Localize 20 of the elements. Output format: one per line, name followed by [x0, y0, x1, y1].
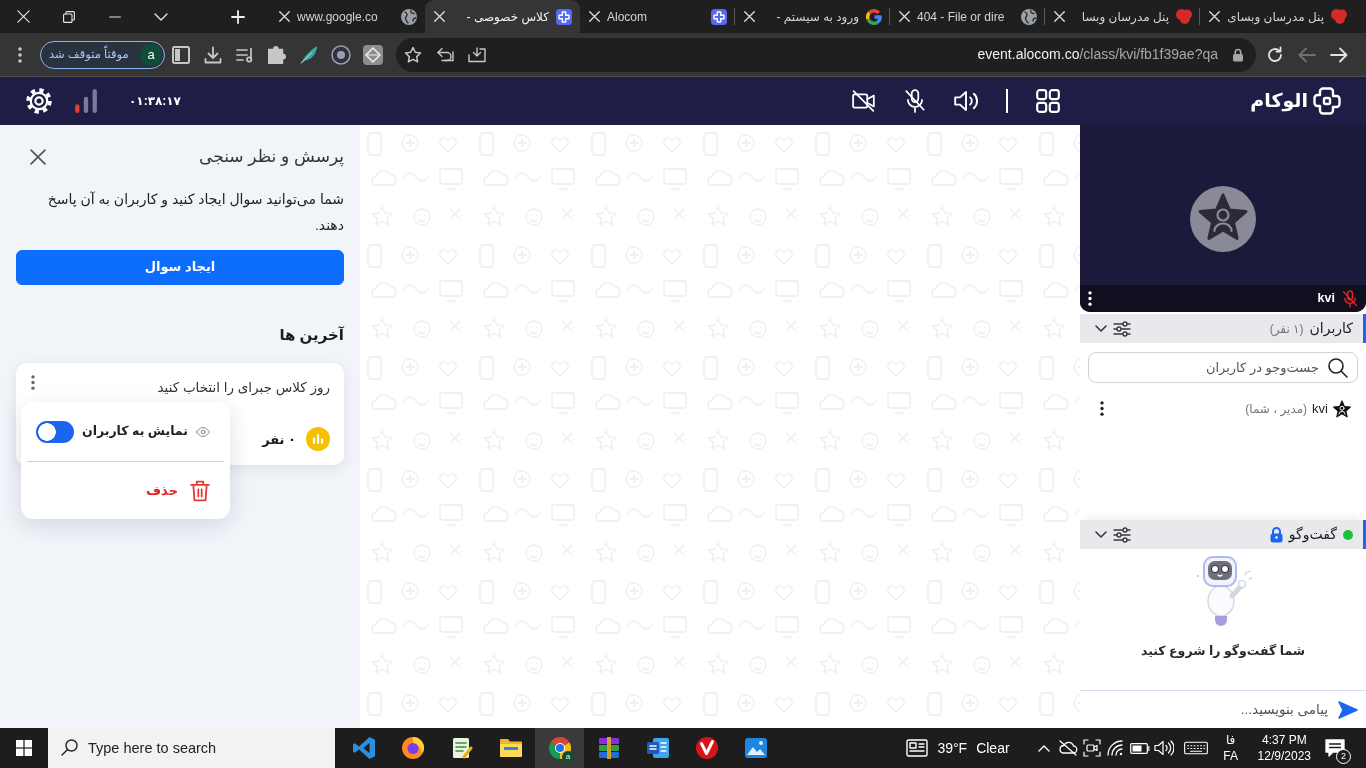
panel-title: پرسش و نظر سنجی — [199, 146, 344, 169]
brand-name: الوکام — [1250, 88, 1308, 114]
user-role: (مدیر ، شما) — [1245, 400, 1308, 418]
user-count: (۱ نفر) — [1269, 320, 1304, 338]
section-heading: آخرین ها — [278, 324, 344, 346]
notification-count: 2 — [1336, 749, 1351, 764]
response-count: ۰ نفر — [262, 430, 296, 449]
temperature-text: 39°F — [937, 738, 968, 758]
section-title: کاربران — [1309, 319, 1353, 339]
participant-name: kvi — [1317, 290, 1335, 308]
empty-chat-text: شما گفت‌وگو را شروع کنید — [1140, 643, 1306, 660]
session-timer: ۰۱:۳۸:۱۷ — [129, 93, 181, 110]
question-text: روز کلاس جبرای را انتخاب کنید — [157, 379, 330, 398]
profile-badge: a — [562, 751, 574, 763]
panel-description: شما می‌توانید سوال ایجاد کنید و کاربران به آن پاسخ دهند. — [46, 189, 344, 235]
profile-avatar: a — [140, 43, 162, 66]
section-title: گفت‌وگو — [1288, 525, 1337, 545]
user-name: kvi — [1312, 400, 1328, 418]
menu-item-label: نمایش به کاربران — [82, 423, 188, 441]
weather-text: Clear — [976, 738, 1010, 758]
